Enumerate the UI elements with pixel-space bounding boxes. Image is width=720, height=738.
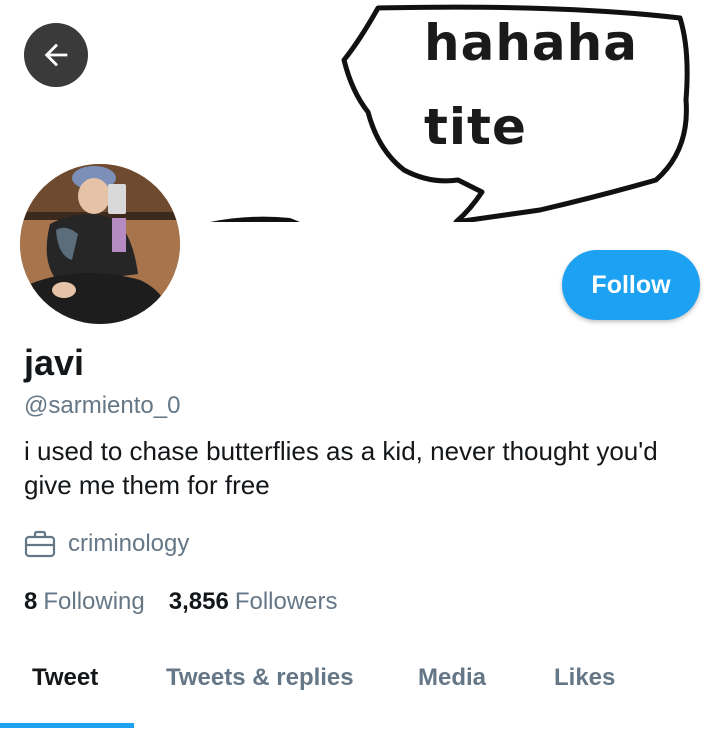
occupation-text: criminology: [68, 530, 190, 557]
briefcase-icon: [24, 530, 56, 558]
banner-text-line1: hahaha: [424, 14, 639, 72]
profile-tabs: Tweet Tweets & replies Media Likes: [0, 640, 720, 738]
tab-likes[interactable]: Likes: [554, 664, 615, 692]
tab-tweet[interactable]: Tweet: [32, 664, 98, 692]
followers-label: Followers: [234, 588, 338, 615]
followers-link[interactable]: 3,856 Followers: [169, 588, 338, 616]
tab-media[interactable]: Media: [418, 664, 486, 692]
arrow-left-icon: [44, 43, 68, 67]
avatar[interactable]: [18, 162, 182, 326]
followers-count: 3,856: [168, 588, 229, 615]
follow-button[interactable]: Follow: [562, 250, 700, 320]
profile-stats: 8 Following 3,856 Followers: [24, 588, 362, 616]
back-button[interactable]: [24, 23, 88, 87]
avatar-photo: [20, 164, 180, 324]
active-tab-indicator: [0, 723, 134, 728]
banner-text-line2: tite: [424, 98, 527, 156]
profile-bio: i used to chase butterflies as a kid, ne…: [24, 436, 658, 500]
profile-handle: @sarmiento_0: [24, 392, 181, 419]
following-link[interactable]: 8 Following: [24, 588, 145, 616]
tab-tweets-replies[interactable]: Tweets & replies: [166, 664, 354, 692]
following-label: Following: [43, 588, 145, 615]
following-count: 8: [24, 588, 38, 615]
profile-occupation: criminology: [24, 530, 189, 558]
profile-name: javi: [24, 342, 85, 383]
